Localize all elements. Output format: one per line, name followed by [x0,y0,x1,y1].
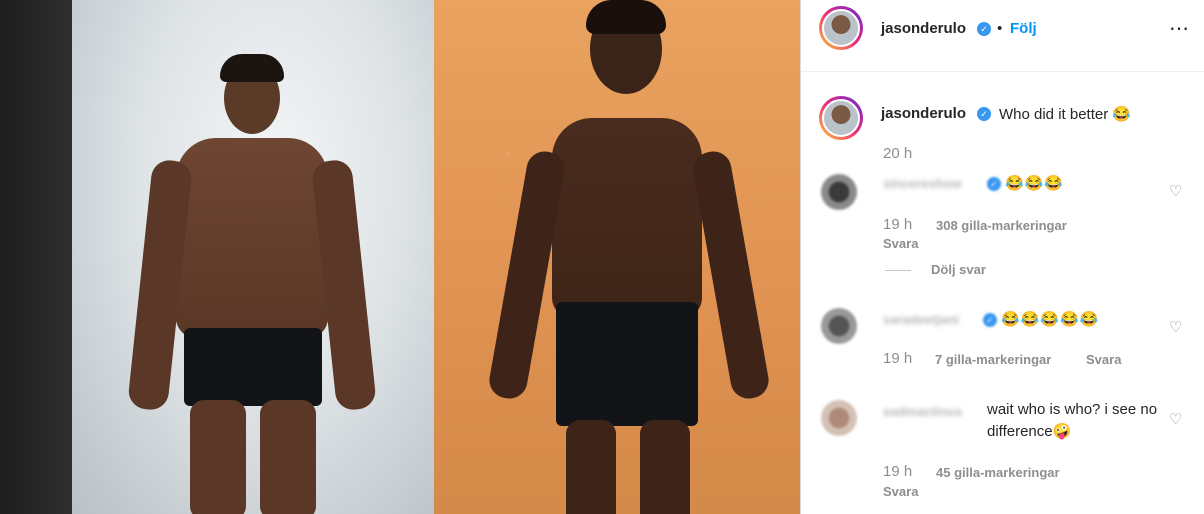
replies-divider [885,270,911,271]
post-header: jasonderulo ✓ • Följ ⋯ [801,0,1204,72]
reply-button[interactable]: Svara [883,236,918,251]
commenter-username[interactable]: saradeetjani [883,312,959,327]
photo-left [72,0,434,514]
comment-text: 😂😂😂 [1005,175,1065,192]
post-image[interactable] [72,0,800,514]
photo-right [434,0,800,514]
comment-time: 19 h [883,463,913,480]
author-avatar[interactable] [819,6,863,50]
commenter-avatar[interactable] [821,400,857,436]
reply-button[interactable]: Svara [883,484,918,499]
separator-dot: • [997,20,1003,37]
verified-badge-icon: ✓ [987,177,1001,191]
commenter-username[interactable]: sadmactinus [883,404,962,419]
heart-icon[interactable]: ♡ [1169,182,1182,200]
comment-text: wait who is who? i see no difference🤪 [987,401,1158,440]
heart-icon[interactable]: ♡ [1169,318,1182,336]
more-options-icon[interactable]: ⋯ [1169,16,1190,41]
caption-time: 20 h [883,145,913,162]
verified-badge-icon: ✓ [977,107,991,121]
post-sidebar: jasonderulo ✓ • Följ ⋯ jasonderulo ✓ Who… [800,0,1204,514]
figure-left [127,40,377,514]
comment-likes[interactable]: 7 gilla-markeringar [935,352,1051,367]
caption-username[interactable]: jasonderulo [881,105,966,122]
video-backdrop [0,0,72,514]
comment-time: 19 h [883,350,913,367]
author-username[interactable]: jasonderulo [881,20,966,37]
caption-avatar[interactable] [819,96,863,140]
comment-text: 😂😂😂😂😂 [1001,311,1100,328]
comment-likes[interactable]: 45 gilla-markeringar [936,465,1060,480]
comment-time: 19 h [883,216,913,233]
reply-button[interactable]: Svara [1086,352,1121,367]
heart-icon[interactable]: ♡ [1169,410,1182,428]
caption-text: Who did it better 😂 [999,106,1132,123]
figure-right [486,0,772,514]
comment-likes[interactable]: 308 gilla-markeringar [936,218,1067,233]
hide-replies-button[interactable]: Dölj svar [931,262,986,277]
verified-badge-icon: ✓ [983,313,997,327]
commenter-avatar[interactable] [821,308,857,344]
verified-badge-icon: ✓ [977,22,991,36]
commenter-avatar[interactable] [821,174,857,210]
follow-button[interactable]: Följ [1010,20,1037,37]
commenter-username[interactable]: sincereshow [883,176,962,191]
